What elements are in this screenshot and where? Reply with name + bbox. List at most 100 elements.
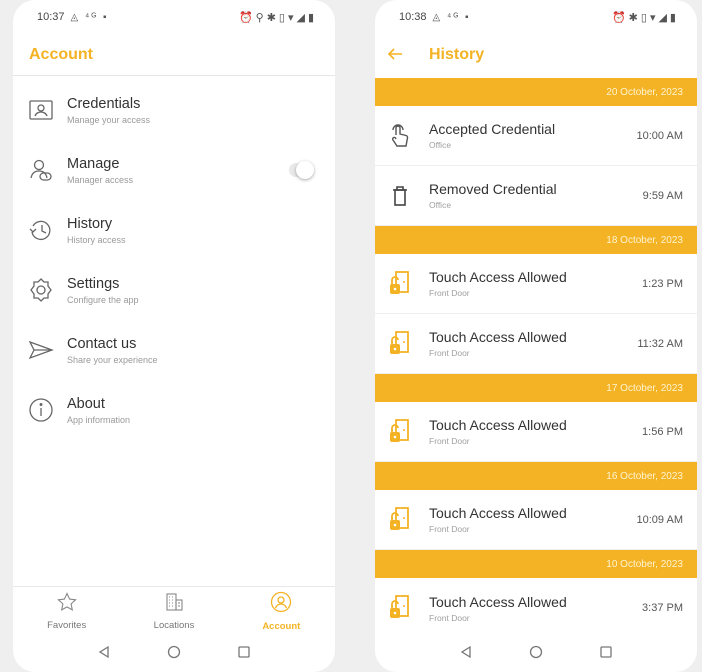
- account-icon: [270, 591, 292, 618]
- menu-item-title: About: [67, 395, 105, 412]
- menu-item-settings[interactable]: Settings Configure the app: [13, 260, 335, 320]
- back-triangle-icon[interactable]: [459, 645, 473, 664]
- back-triangle-icon[interactable]: [97, 645, 111, 664]
- system-status-icons: ⏰✱▯▾◢▮: [611, 11, 679, 24]
- toggle-knob: [296, 161, 314, 179]
- history-screen: 10:38 ◬ ⁴ᴳ ▪ ⏰✱▯▾◢▮ History 20 October, …: [375, 0, 697, 672]
- info-icon: [27, 396, 55, 424]
- history-item[interactable]: Touch Access Allowed Front Door 10:09 AM: [375, 490, 697, 550]
- bottom-navigation: Favorites Locations Account: [13, 586, 335, 636]
- history-item-time: 9:59 AM: [642, 189, 683, 202]
- history-item-title: Touch Access Allowed: [429, 505, 567, 521]
- menu-item-subtitle: Manage your access: [67, 114, 151, 125]
- system-navigation: [375, 636, 697, 672]
- menu-item-credentials[interactable]: Credentials Manage your access: [13, 80, 335, 140]
- home-circle-icon[interactable]: [529, 645, 543, 664]
- history-item-location: Front Door: [429, 612, 470, 623]
- menu-item-subtitle: History access: [67, 234, 126, 245]
- manager-toggle[interactable]: [289, 161, 314, 179]
- recents-square-icon[interactable]: [237, 645, 251, 664]
- page-title: Account: [29, 45, 93, 63]
- nav-locations[interactable]: Locations: [120, 587, 227, 636]
- nav-account[interactable]: Account: [228, 587, 335, 636]
- menu-item-about[interactable]: About App information: [13, 380, 335, 440]
- history-item[interactable]: Touch Access Allowed Front Door 3:37 PM: [375, 578, 697, 638]
- history-item-time: 3:37 PM: [642, 602, 683, 614]
- system-navigation: [13, 636, 335, 672]
- history-item[interactable]: Accepted Credential Office 10:00 AM: [375, 106, 697, 166]
- send-icon: [27, 336, 55, 364]
- nav-favorites[interactable]: Favorites: [13, 587, 120, 636]
- history-item-time: 10:00 AM: [636, 129, 683, 142]
- door-unlock-icon: [387, 329, 413, 359]
- history-item-location: Front Door: [429, 348, 470, 358]
- nav-label: Locations: [153, 620, 195, 631]
- history-item-title: Touch Access Allowed: [429, 417, 567, 433]
- menu-item-subtitle: Configure the app: [67, 294, 139, 305]
- date-header: 16 October, 2023: [375, 462, 697, 490]
- nav-label: Favorites: [47, 620, 87, 631]
- history-item-title: Accepted Credential: [429, 121, 556, 137]
- history-item-time: 1:23 PM: [642, 277, 683, 290]
- door-unlock-icon: [387, 593, 413, 623]
- history-item[interactable]: Removed Credential Office 9:59 AM: [375, 166, 697, 226]
- account-screen: 10:37 ◬ ⁴ᴳ ▪ ⏰⚲✱▯▾◢▮ Account Credentials…: [13, 0, 335, 672]
- history-item-title: Touch Access Allowed: [429, 329, 567, 345]
- status-time: 10:37: [37, 11, 65, 23]
- star-icon: [56, 592, 77, 617]
- history-item-location: Office: [429, 140, 452, 150]
- manager-icon: [27, 156, 55, 184]
- history-item[interactable]: Touch Access Allowed Front Door 11:32 AM: [375, 314, 697, 374]
- menu-item-subtitle: Share your experience: [67, 354, 158, 365]
- door-unlock-icon: [387, 505, 413, 535]
- history-item-time: 10:09 AM: [636, 513, 683, 526]
- building-icon: [164, 592, 184, 617]
- history-item[interactable]: Touch Access Allowed Front Door 1:23 PM: [375, 254, 697, 314]
- history-item-title: Removed Credential: [429, 181, 557, 197]
- history-item-title: Touch Access Allowed: [429, 269, 567, 285]
- touch-icon: [387, 121, 413, 151]
- date-header: 20 October, 2023: [375, 78, 697, 106]
- settings-icon: [27, 276, 55, 304]
- recents-square-icon[interactable]: [599, 645, 613, 664]
- menu-item-title: Settings: [67, 275, 120, 292]
- date-header: 17 October, 2023: [375, 374, 697, 402]
- history-item-location: Front Door: [429, 524, 470, 534]
- history-item[interactable]: Touch Access Allowed Front Door 1:56 PM: [375, 402, 697, 462]
- status-bar: 10:38 ◬ ⁴ᴳ ▪ ⏰✱▯▾◢▮: [375, 0, 697, 34]
- credentials-icon: [27, 96, 55, 124]
- notification-icons: ◬ ⁴ᴳ ▪: [70, 11, 109, 23]
- history-item-time: 11:32 AM: [637, 337, 683, 350]
- date-header: 18 October, 2023: [375, 226, 697, 254]
- history-list: 20 October, 2023 Accepted Credential Off…: [375, 78, 697, 638]
- history-item-location: Office: [429, 200, 452, 210]
- app-bar: Account: [13, 34, 335, 76]
- system-status-icons: ⏰⚲✱▯▾◢▮: [238, 11, 317, 24]
- trash-icon: [387, 181, 413, 211]
- history-item-title: Touch Access Allowed: [429, 593, 567, 610]
- page-title: History: [429, 46, 485, 63]
- menu-item-manage[interactable]: Manage Manager access: [13, 140, 335, 200]
- menu-item-history[interactable]: History History access: [13, 200, 335, 260]
- menu-item-subtitle: Manager access: [67, 174, 134, 185]
- date-header: 10 October, 2023: [375, 550, 697, 578]
- door-unlock-icon: [387, 417, 413, 447]
- app-bar: History: [375, 34, 697, 76]
- history-icon: [27, 216, 55, 244]
- history-item-location: Front Door: [429, 436, 470, 446]
- history-item-time: 1:56 PM: [642, 425, 683, 438]
- home-circle-icon[interactable]: [167, 645, 181, 664]
- menu-item-contact-us[interactable]: Contact us Share your experience: [13, 320, 335, 380]
- door-unlock-icon: [387, 269, 413, 299]
- nav-label: Account: [262, 621, 301, 632]
- menu-item-title: Manage: [67, 155, 120, 172]
- account-menu: Credentials Manage your access Manage Ma…: [13, 80, 335, 440]
- history-item-location: Front Door: [429, 288, 470, 298]
- arrow-left-icon[interactable]: [387, 45, 429, 66]
- menu-item-title: History: [67, 215, 113, 232]
- notification-icons: ◬ ⁴ᴳ ▪: [432, 11, 471, 23]
- menu-item-title: Credentials: [67, 95, 141, 112]
- menu-item-title: Contact us: [67, 335, 137, 352]
- menu-item-subtitle: App information: [67, 414, 131, 425]
- status-time: 10:38: [399, 11, 427, 23]
